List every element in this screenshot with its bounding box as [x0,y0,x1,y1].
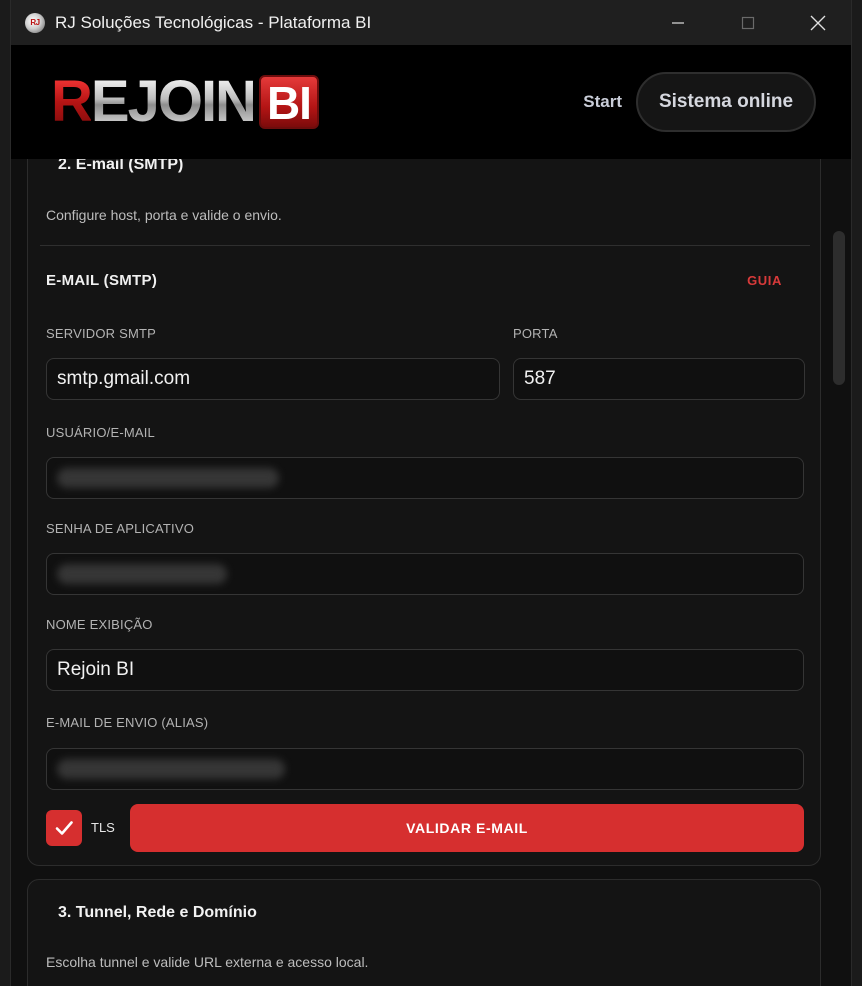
alias-email-label: E-MAIL DE ENVIO (ALIAS) [46,715,209,730]
maximize-button[interactable] [713,0,783,45]
section-title: 3. Tunnel, Rede e Domínio [58,904,257,921]
redacted-value [57,759,285,779]
sub-title: E-MAIL (SMTP) [46,272,158,289]
smtp-server-value: smtp.gmail.com [57,368,191,389]
status-text: Sistema online [658,91,794,112]
tunnel-section-card: 3. Tunnel, Rede e Domínio Escolha tunnel… [27,879,821,986]
title-bar: RJ RJ Soluções Tecnológicas - Plataforma… [11,0,851,45]
checkmark-icon [55,821,73,835]
rejoin-bi-logo: R EJOIN BI [51,72,319,132]
logo-letter-r: R [51,69,93,134]
app-header: R EJOIN BI Start Sistema online [11,45,851,159]
minimize-button[interactable] [643,0,713,45]
close-button[interactable] [783,0,851,45]
smtp-section-card: 2. E-mail (SMTP) Configure host, porta e… [27,159,821,866]
tls-label: TLS [91,820,115,835]
validate-email-button[interactable]: VALIDAR E-MAIL [130,804,804,852]
app-icon-text: RJ [30,18,40,27]
status-badge: Sistema online [636,72,816,132]
port-label: PORTA [513,326,558,341]
tls-checkbox[interactable] [46,810,82,846]
display-name-value: Rejoin BI [57,659,135,680]
minimize-icon [672,21,684,24]
server-label: SERVIDOR SMTP [46,326,156,341]
close-icon [810,15,826,30]
user-email-label: USUÁRIO/E-MAIL [46,425,155,440]
scrollbar-thumb[interactable] [833,231,845,385]
display-name-label: NOME EXIBIÇÃO [46,617,153,632]
logo-word: EJOIN [90,69,257,134]
app-password-input[interactable] [46,553,804,595]
display-name-input[interactable]: Rejoin BI [46,649,804,691]
app-password-label: SENHA DE APLICATIVO [46,521,195,536]
app-window: RJ RJ Soluções Tecnológicas - Plataforma… [10,0,852,986]
section-title: 2. E-mail (SMTP) [58,159,184,173]
guide-link[interactable]: GUIA [747,273,782,288]
section-description: Escolha tunnel e valide URL externa e ac… [46,954,369,970]
window-title: RJ Soluções Tecnológicas - Plataforma BI [55,12,372,32]
user-email-input[interactable] [46,457,804,499]
maximize-icon [741,16,755,29]
smtp-server-input[interactable]: smtp.gmail.com [46,358,500,400]
nav-start-link[interactable]: Start [583,92,622,112]
app-logo-icon: RJ [25,12,45,33]
logo-bi-badge: BI [258,75,319,129]
alias-email-input[interactable] [46,748,804,790]
main-content: 2. E-mail (SMTP) Configure host, porta e… [11,159,851,986]
redacted-value [57,468,279,488]
redacted-value [57,564,227,584]
port-value: 587 [524,368,556,389]
port-input[interactable]: 587 [513,358,805,400]
section-description: Configure host, porta e valide o envio. [46,207,282,223]
divider [40,245,810,246]
window-controls [643,0,851,45]
